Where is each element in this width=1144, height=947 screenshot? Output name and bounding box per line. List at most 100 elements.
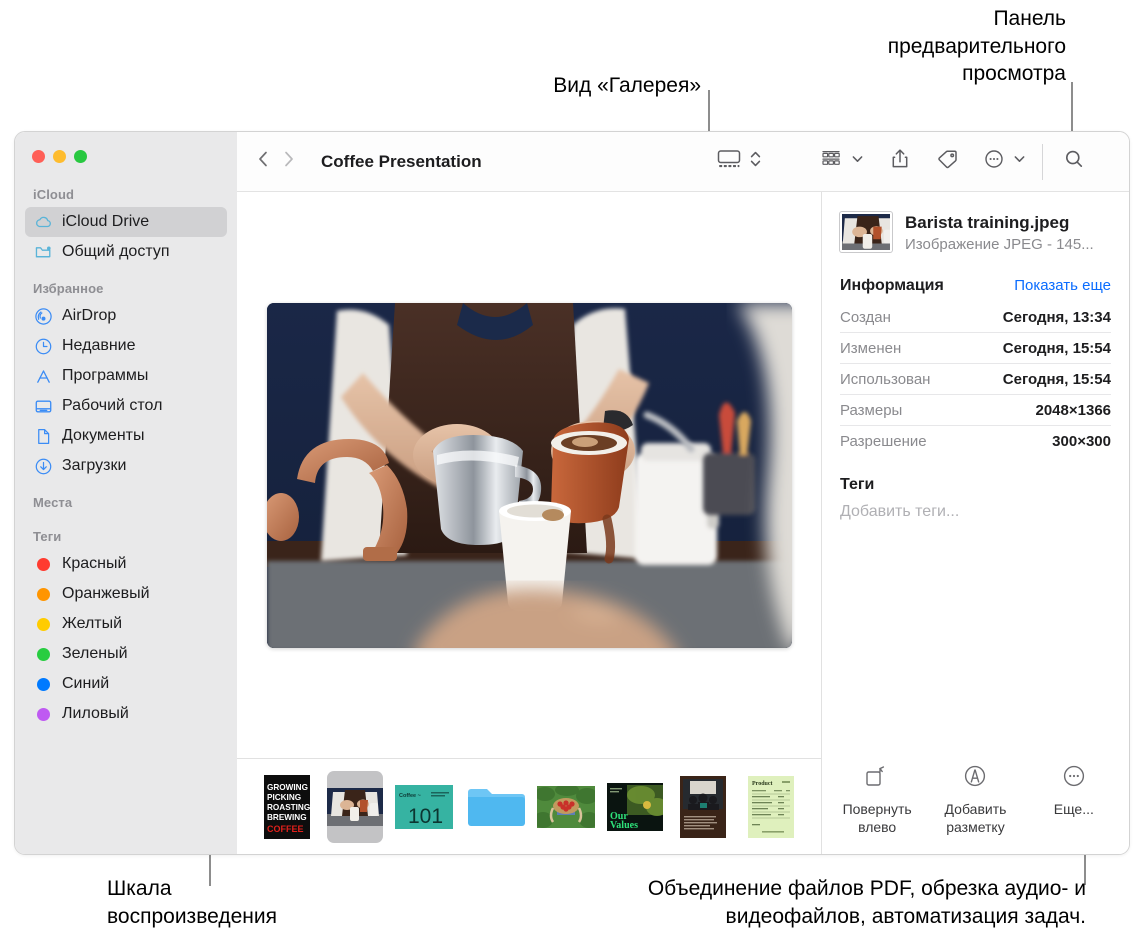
thumbnail-coffee-cherries-photo — [537, 785, 595, 828]
svg-text:ROASTING: ROASTING — [267, 803, 310, 812]
share-button[interactable] — [886, 144, 914, 179]
toolbar: Coffee Presentation — [237, 132, 1129, 192]
quick-action-rotate-left[interactable]: Повернуть влево — [831, 763, 923, 836]
view-switcher[interactable] — [716, 147, 762, 176]
filmstrip-item-green-invoice[interactable]: Product — [743, 771, 799, 843]
rotate-left-icon[interactable] — [863, 763, 891, 794]
sidebar-item-icloud-drive[interactable]: iCloud Drive — [25, 207, 227, 237]
metadata-list: Создан Сегодня, 13:34 Изменен Сегодня, 1… — [840, 302, 1111, 456]
preview-image-barista-training[interactable] — [266, 302, 792, 648]
tag-dot-icon — [33, 704, 53, 724]
quick-actions-bar: Повернуть влево Добавить разметку Еще... — [822, 751, 1129, 854]
metadata-key: Изменен — [840, 340, 902, 358]
inspector-content: Barista training.jpeg Изображение JPEG -… — [822, 192, 1129, 521]
sidebar-item-downloads[interactable]: Загрузки — [25, 451, 227, 481]
svg-text:COFFEE: COFFEE — [267, 824, 304, 834]
metadata-value: Сегодня, 13:34 — [1002, 309, 1111, 327]
search-icon[interactable] — [1062, 147, 1086, 176]
sidebar-item-airdrop[interactable]: AirDrop — [25, 301, 227, 331]
sidebar-section-favorites: Избранное AirDrop Недавние Программы Раб… — [15, 277, 237, 481]
tags-title: Теги — [840, 476, 875, 494]
tag-button[interactable] — [932, 144, 964, 179]
sidebar-item-shared[interactable]: Общий доступ — [25, 237, 227, 267]
sidebar-item-tag-red[interactable]: Красный — [25, 549, 227, 579]
navigation-buttons — [237, 149, 295, 174]
tag-icon[interactable] — [935, 147, 961, 176]
tag-dot-icon — [33, 674, 53, 694]
sidebar-item-label: Программы — [62, 367, 149, 384]
metadata-row: Размеры 2048×1366 — [840, 395, 1112, 427]
sidebar-item-label: Рабочий стол — [62, 397, 163, 414]
tag-dot-icon — [33, 644, 53, 664]
quick-action-label: Добавить разметку — [944, 801, 1007, 835]
sidebar-section-icloud: iCloud iCloud Drive Общий доступ — [15, 183, 237, 267]
preview-inspector-panel: Barista training.jpeg Изображение JPEG -… — [821, 192, 1129, 854]
forward-button[interactable] — [283, 149, 295, 174]
applications-icon — [33, 366, 53, 386]
sidebar-item-desktop[interactable]: Рабочий стол — [25, 391, 227, 421]
sidebar-item-tag-purple[interactable]: Лиловый — [25, 699, 227, 729]
svg-text:101: 101 — [408, 805, 443, 828]
filmstrip-item-coffee-poster[interactable]: GROWING PICKING ROASTING BREWING COFFEE — [259, 771, 315, 843]
document-icon — [33, 426, 53, 446]
clock-icon — [33, 336, 53, 356]
add-tags-field[interactable]: Добавить теги... — [840, 503, 1111, 521]
share-icon[interactable] — [889, 147, 911, 176]
sidebar-item-documents[interactable]: Документы — [25, 421, 227, 451]
sidebar-item-tag-green[interactable]: Зеленый — [25, 639, 227, 669]
main-column: Coffee Presentation GROWING PICKING ROAS… — [237, 132, 1129, 854]
filmstrip-scrubber[interactable]: GROWING PICKING ROASTING BREWING COFFEE — [237, 758, 821, 854]
filmstrip-item-folder[interactable] — [465, 771, 525, 843]
gallery-view-icon[interactable] — [716, 147, 742, 176]
metadata-row: Использован Сегодня, 15:54 — [840, 364, 1111, 396]
sidebar-item-applications[interactable]: Программы — [25, 361, 227, 391]
ellipsis-circle-icon[interactable] — [1060, 763, 1088, 794]
filmstrip-item-team-meeting[interactable] — [675, 771, 731, 843]
minimize-button[interactable] — [53, 150, 66, 163]
quick-action-label: Еще... — [1053, 801, 1094, 817]
sidebar-section-locations: Места — [15, 491, 237, 515]
group-by-icon[interactable] — [818, 147, 844, 176]
sidebar-item-tag-yellow[interactable]: Желтый — [25, 609, 227, 639]
sidebar-item-recents[interactable]: Недавние — [25, 331, 227, 361]
group-by-button[interactable] — [818, 147, 864, 176]
metadata-value: Сегодня, 15:54 — [1002, 371, 1111, 389]
search-button[interactable] — [1059, 144, 1089, 179]
thumbnail-team-meeting-document — [680, 775, 726, 838]
markup-icon[interactable] — [961, 763, 989, 794]
close-button[interactable] — [32, 150, 45, 163]
chevron-updown-icon[interactable] — [749, 147, 762, 176]
thumbnail-coffee-poster: GROWING PICKING ROASTING BREWING COFFEE — [264, 774, 310, 839]
thumbnail-coffee-101-slide: Coffee ~ 101 — [395, 784, 453, 829]
metadata-value: 2048×1366 — [1035, 402, 1112, 420]
thumbnail-barista-training — [327, 787, 383, 826]
sidebar-section-tags: Теги Красный Оранжевый Желтый Зеленый Си… — [15, 525, 237, 729]
filmstrip-item-our-values[interactable]: Our Values — [607, 771, 663, 843]
quick-action-markup[interactable]: Добавить разметку — [929, 763, 1021, 836]
toolbar-divider — [1042, 143, 1043, 180]
file-name: Barista training.jpeg — [905, 213, 1070, 232]
chevron-down-icon[interactable] — [1013, 147, 1026, 176]
callout-playback-scale: Шкала воспроизведения — [107, 877, 277, 928]
sidebar-item-tag-blue[interactable]: Синий — [25, 669, 227, 699]
show-more-link[interactable]: Показать еще — [1014, 277, 1111, 294]
sidebar-item-label: Документы — [62, 427, 145, 444]
sidebar-item-label: Желтый — [62, 615, 123, 632]
back-button[interactable] — [257, 149, 269, 174]
sidebar-header-favorites: Избранное — [33, 281, 104, 296]
sidebar-item-label: Зеленый — [62, 645, 128, 662]
sidebar-item-tag-orange[interactable]: Оранжевый — [25, 579, 227, 609]
chevron-down-icon[interactable] — [851, 147, 864, 176]
filmstrip-item-coffee-cherries[interactable] — [537, 771, 595, 843]
sidebar-item-label: Красный — [62, 555, 127, 572]
metadata-key: Размеры — [840, 402, 903, 420]
ellipsis-circle-icon[interactable] — [982, 147, 1006, 176]
sidebar-item-label: Общий доступ — [62, 243, 170, 260]
file-summary: Barista training.jpeg Изображение JPEG -… — [840, 212, 1111, 253]
zoom-button[interactable] — [74, 150, 87, 163]
filmstrip-item-barista-training[interactable] — [327, 770, 383, 843]
filmstrip-item-coffee-101[interactable]: Coffee ~ 101 — [395, 771, 453, 843]
callout-gallery-view: Вид «Галерея» — [553, 74, 701, 97]
more-actions-button[interactable] — [982, 147, 1026, 176]
quick-action-more[interactable]: Еще... — [1028, 763, 1120, 819]
